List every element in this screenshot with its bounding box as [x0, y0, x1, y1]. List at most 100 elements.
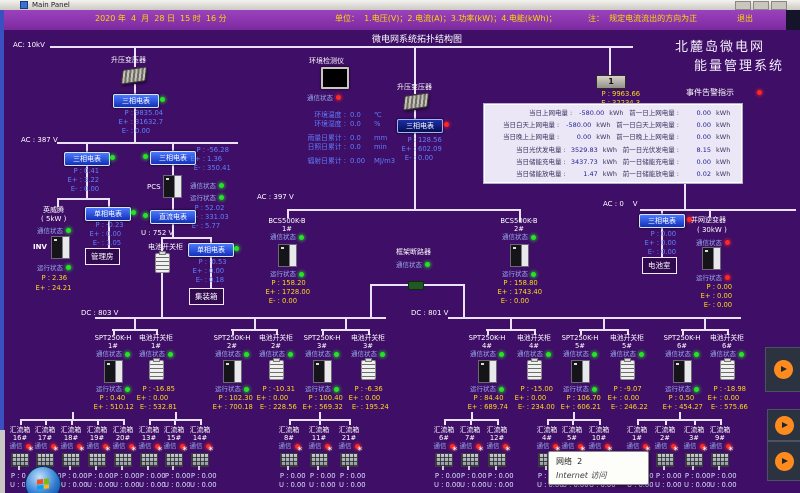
device-number: 3#	[317, 342, 327, 350]
env-monitor-icon[interactable]	[321, 67, 349, 89]
value-prefix: U :	[183, 481, 199, 490]
value-row: E+ :510.12	[92, 403, 134, 412]
solar-panel-icon[interactable]	[435, 453, 453, 467]
inverter-icon[interactable]	[313, 360, 332, 383]
meter-three-phase-grid[interactable]: 三相电表	[113, 94, 159, 108]
inverter-icon[interactable]	[571, 360, 590, 383]
battery-icon[interactable]	[361, 360, 376, 380]
value: 195.24	[365, 403, 389, 412]
solar-panel-icon[interactable]	[11, 453, 29, 467]
inverter-icon[interactable]	[51, 236, 70, 259]
bcs-inverter-icon[interactable]	[510, 244, 529, 267]
battery-icon[interactable]	[269, 360, 284, 380]
value-row: E+ :24.21	[34, 284, 71, 293]
battery-icon[interactable]	[155, 253, 170, 273]
bus-dc801-label: DC : 801 V	[411, 309, 448, 317]
value-row: P :-9.07	[606, 385, 642, 394]
status-label: 通信	[35, 442, 48, 450]
solar-panel-icon[interactable]	[280, 453, 298, 467]
window-left-border	[0, 10, 4, 493]
device-name: 汇流箱	[710, 426, 730, 434]
device-number: 13#	[142, 434, 156, 442]
value-row: E+ :1743.40	[496, 288, 542, 297]
solar-panel-icon[interactable]	[340, 453, 358, 467]
battery-room-box[interactable]: 电池室	[642, 257, 677, 274]
value: -15.00	[531, 385, 553, 394]
env-value: 0.0	[346, 143, 374, 152]
settings-gear-button-3[interactable]	[767, 441, 800, 481]
solar-panel-icon[interactable]	[114, 453, 132, 467]
inverter-icon[interactable]	[223, 360, 242, 383]
solar-panel-icon[interactable]	[88, 453, 106, 467]
solar-panel-icon[interactable]	[140, 453, 158, 467]
battery-icon[interactable]	[720, 360, 735, 380]
value-prefix: P :	[480, 472, 496, 481]
status-label: 通信	[710, 442, 723, 450]
management-room-box[interactable]: 管理房	[85, 248, 120, 265]
battery-icon[interactable]	[149, 360, 164, 380]
close-button[interactable]	[771, 1, 787, 10]
value-prefix: U :	[80, 481, 96, 490]
meter-single-phase-mgmt[interactable]: 单相电表	[85, 207, 131, 221]
value-prefix: E+ :	[559, 403, 575, 412]
solar-panel-icon[interactable]	[165, 453, 183, 467]
battery-icon[interactable]	[620, 360, 635, 380]
device-number: 18#	[64, 434, 78, 442]
connector-line	[319, 412, 321, 419]
pcs-icon[interactable]	[163, 175, 182, 198]
maximize-button[interactable]	[753, 1, 769, 10]
solar-panel-icon[interactable]	[461, 453, 479, 467]
value: 0.00	[624, 394, 639, 403]
meter-three-phase-right[interactable]: 三相电表	[639, 214, 685, 228]
comm-status-row: 通信	[279, 442, 300, 450]
battery-icon[interactable]	[527, 360, 542, 380]
device-number: 1#	[632, 434, 642, 442]
meter-single-phase-container[interactable]: 单相电表	[188, 243, 234, 257]
value: 158.80	[514, 279, 538, 288]
device-name: 汇流箱	[487, 426, 507, 434]
status-dot	[499, 352, 504, 357]
meter-three-phase-387[interactable]: 三相电表	[64, 152, 110, 166]
value-prefix: P :	[466, 394, 482, 403]
solar-panel-icon[interactable]	[36, 453, 54, 467]
status-label: 通信	[537, 442, 550, 450]
solar-panel-icon[interactable]	[711, 453, 729, 467]
values: P :0.40E+ :510.12	[92, 394, 134, 412]
status-label: 运行状态	[270, 270, 296, 278]
status-dot	[425, 262, 430, 267]
meter-three-phase-pv[interactable]: 三相电表	[397, 119, 443, 133]
minimize-button[interactable]	[735, 1, 751, 10]
bcs-inverter-icon[interactable]	[278, 244, 297, 267]
solar-panel-icon[interactable]	[685, 453, 703, 467]
breaker-icon[interactable]	[408, 281, 424, 290]
container-box[interactable]: 集装箱	[189, 288, 224, 305]
solar-panel-icon[interactable]	[191, 453, 209, 467]
device-number: 21#	[342, 434, 356, 442]
inverter-icon[interactable]	[478, 360, 497, 383]
main-meter-box[interactable]: 1	[596, 75, 626, 89]
connector-line	[679, 412, 681, 419]
meter-dc[interactable]: 直流电表	[150, 210, 196, 224]
device-number: 2#	[660, 434, 670, 442]
value-prefix: U :	[106, 481, 122, 490]
solar-panel-icon[interactable]	[62, 453, 80, 467]
inverter-icon[interactable]	[104, 360, 123, 383]
value-row: E+ :0.00	[88, 230, 121, 239]
connector-line	[45, 419, 47, 425]
solar-panel-icon[interactable]	[310, 453, 328, 467]
grid-inverter-icon[interactable]	[702, 247, 721, 270]
solar-panel-icon[interactable]	[656, 453, 674, 467]
settings-gear-button-1[interactable]	[765, 347, 800, 392]
status-dot	[336, 95, 341, 100]
solar-panel-icon[interactable]	[488, 453, 506, 467]
inverter-icon[interactable]	[673, 360, 692, 383]
device-name: 电池开关柜	[710, 334, 744, 342]
exit-button[interactable]: 退出	[737, 14, 753, 24]
device-number: 19#	[90, 434, 104, 442]
value-row: U :0.00	[272, 481, 305, 490]
settings-gear-button-2[interactable]	[767, 409, 800, 441]
value: 689.74	[484, 403, 508, 412]
value-prefix: P :	[211, 394, 227, 403]
value-row: P :102.30	[211, 394, 253, 403]
comm-status-row: 运行状态	[305, 385, 339, 393]
